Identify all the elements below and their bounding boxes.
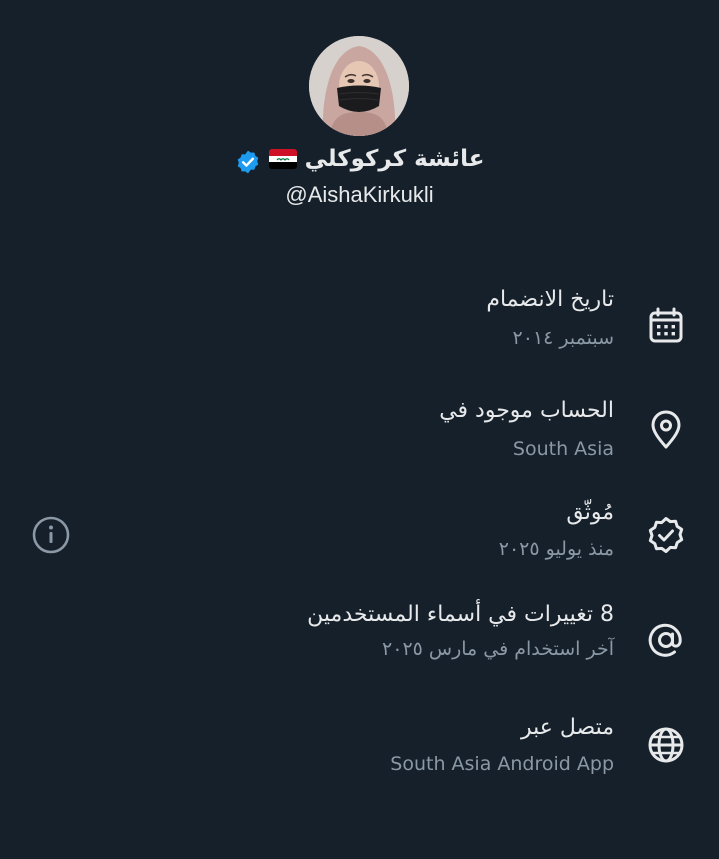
calendar-icon: [649, 307, 683, 343]
verified-value: منذ يوليو ٢٠٢٥: [498, 538, 614, 560]
account-location-row: الحساب موجود في South Asia: [54, 396, 614, 464]
verified-check-icon: [648, 517, 684, 553]
location-pin-icon: [651, 410, 681, 449]
iraq-flag-icon: [268, 149, 297, 169]
avatar[interactable]: [309, 36, 409, 136]
about-account-page: عائشة كركوكلي @AishaKirkukli تاريخ الانض…: [0, 0, 719, 859]
avatar-image: [309, 36, 409, 136]
profile-name-row: عائشة كركوكلي: [0, 142, 719, 176]
display-name: عائشة كركوكلي: [304, 146, 485, 172]
verified-row: مُوثّق منذ يوليو ٢٠٢٥: [54, 498, 614, 564]
verified-label: مُوثّق: [566, 500, 614, 525]
connected-via-row: متصل عبر South Asia Android App: [54, 713, 614, 779]
account-location-value: South Asia: [512, 438, 614, 460]
joined-date-label: تاريخ الانضمام: [486, 287, 614, 312]
username-changes-row: 8 تغييرات في أسماء المستخدمين آخر استخدا…: [54, 600, 614, 664]
at-sign-icon: [648, 623, 682, 657]
connected-via-value: South Asia Android App: [390, 753, 614, 775]
handle: @AishaKirkukli: [285, 182, 434, 207]
verified-badge-icon[interactable]: [235, 149, 261, 175]
username-changes-label: 8 تغييرات في أسماء المستخدمين: [307, 602, 614, 627]
joined-date-value: سبتمبر ٢٠١٤: [512, 327, 614, 349]
username-changes-value: آخر استخدام في مارس ٢٠٢٥: [382, 638, 614, 660]
account-location-label: الحساب موجود في: [439, 398, 614, 423]
joined-date-row: تاريخ الانضمام سبتمبر ٢٠١٤: [54, 285, 614, 353]
connected-via-label: متصل عبر: [520, 715, 614, 740]
globe-icon: [648, 727, 684, 763]
